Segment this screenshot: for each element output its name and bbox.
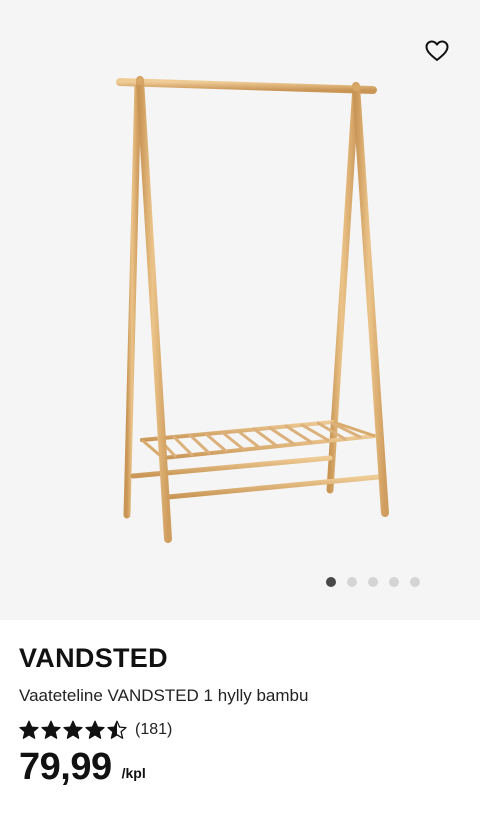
product-info: VANDSTED Vaateteline VANDSTED 1 hylly ba… bbox=[19, 640, 461, 790]
gallery-dot[interactable] bbox=[368, 577, 378, 587]
product-rating[interactable]: (181) bbox=[19, 718, 461, 742]
product-brand[interactable]: VANDSTED bbox=[19, 640, 461, 676]
product-image-gallery[interactable] bbox=[0, 0, 480, 620]
price-row: 79,99 /kpl bbox=[19, 744, 461, 790]
review-count: (181) bbox=[135, 721, 173, 738]
star-icon bbox=[85, 720, 105, 740]
price-unit: /kpl bbox=[121, 765, 146, 781]
star-icon bbox=[63, 720, 83, 740]
heart-outline-icon bbox=[425, 40, 449, 61]
gallery-dot[interactable] bbox=[326, 577, 336, 587]
star-icon bbox=[41, 720, 61, 740]
gallery-dot[interactable] bbox=[410, 577, 420, 587]
rating-stars bbox=[19, 720, 127, 740]
product-description[interactable]: Vaateteline VANDSTED 1 hylly bambu bbox=[19, 684, 461, 708]
gallery-pagination bbox=[326, 577, 420, 587]
gallery-dot[interactable] bbox=[347, 577, 357, 587]
gallery-dot[interactable] bbox=[389, 577, 399, 587]
product-price: 79,99 bbox=[19, 746, 112, 788]
favorite-button[interactable] bbox=[420, 34, 454, 68]
product-image bbox=[116, 76, 389, 543]
star-icon bbox=[107, 720, 127, 740]
star-icon bbox=[19, 720, 39, 740]
